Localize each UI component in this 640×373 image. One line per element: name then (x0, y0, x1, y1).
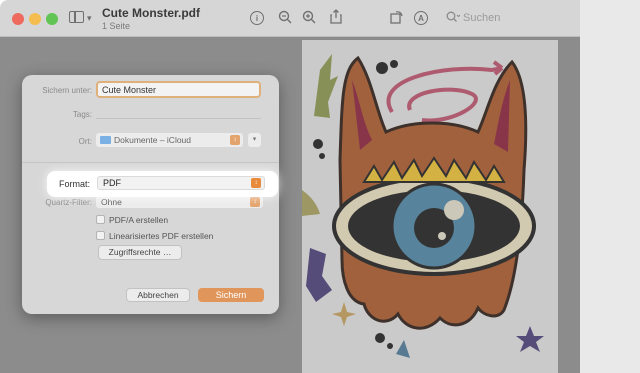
stepper-icon: ↕ (250, 197, 260, 207)
zoom-out-icon[interactable] (278, 10, 292, 26)
folder-icon (100, 136, 111, 144)
chevron-down-icon[interactable]: ▾ (87, 12, 92, 25)
format-value: PDF (103, 178, 121, 188)
pdfa-label: PDF/A erstellen (109, 215, 169, 225)
cancel-button[interactable]: Abbrechen (126, 288, 190, 302)
sidebar-toggle-icon[interactable] (69, 11, 84, 23)
tags-input[interactable] (96, 118, 261, 119)
location-value: Dokumente – iCloud (114, 135, 192, 145)
quartz-filter-value: Ohne (101, 197, 122, 207)
format-label: Format: (59, 179, 91, 189)
info-icon[interactable]: i (250, 11, 264, 25)
linearized-checkbox-row[interactable]: Linearisiertes PDF erstellen (96, 231, 213, 241)
desktop-background (580, 0, 640, 373)
linearized-label: Linearisiertes PDF erstellen (109, 231, 214, 241)
permissions-button[interactable]: Zugriffsrechte … (98, 245, 182, 260)
expand-dialog-button[interactable]: ▾ (248, 133, 261, 147)
pdfa-checkbox[interactable] (96, 215, 105, 224)
page-count: 1 Seite (102, 21, 131, 31)
title-bar: ▾ Cute Monster.pdf 1 Seite i A Suchen (0, 0, 580, 37)
close-window-button[interactable] (12, 13, 24, 25)
stepper-icon: ↕ (230, 135, 240, 145)
quartz-filter-label: Quartz-Filter: (45, 198, 92, 207)
search-input[interactable]: Suchen (463, 12, 500, 24)
markup-icon[interactable]: A (414, 11, 428, 25)
share-icon[interactable] (330, 9, 342, 26)
rotate-icon[interactable] (390, 10, 404, 26)
format-row: Format: PDF ↕ (47, 171, 278, 197)
minimize-window-button[interactable] (29, 13, 41, 25)
location-select[interactable]: Dokumente – iCloud ↕ (96, 133, 243, 147)
format-select[interactable]: PDF ↕ (97, 176, 265, 190)
quartz-filter-select[interactable]: Ohne ↕ (96, 196, 263, 208)
location-label: Ort: (78, 137, 92, 146)
divider (22, 162, 279, 163)
monster-artwork (302, 40, 558, 373)
pdf-page[interactable] (302, 40, 558, 373)
zoom-window-button[interactable] (46, 13, 58, 25)
linearized-checkbox[interactable] (96, 231, 105, 240)
save-button[interactable]: Sichern (198, 288, 264, 302)
preview-window: ▾ Cute Monster.pdf 1 Seite i A Suchen Si… (0, 0, 580, 373)
filename-input[interactable]: Cute Monster (96, 81, 261, 98)
document-title: Cute Monster.pdf (102, 6, 200, 20)
tags-label: Tags: (72, 110, 92, 119)
zoom-in-icon[interactable] (302, 10, 316, 26)
search-icon[interactable] (446, 11, 461, 25)
stepper-icon: ↕ (251, 178, 261, 188)
pdfa-checkbox-row[interactable]: PDF/A erstellen (96, 215, 168, 225)
save-as-label: Sichern unter: (42, 86, 92, 95)
